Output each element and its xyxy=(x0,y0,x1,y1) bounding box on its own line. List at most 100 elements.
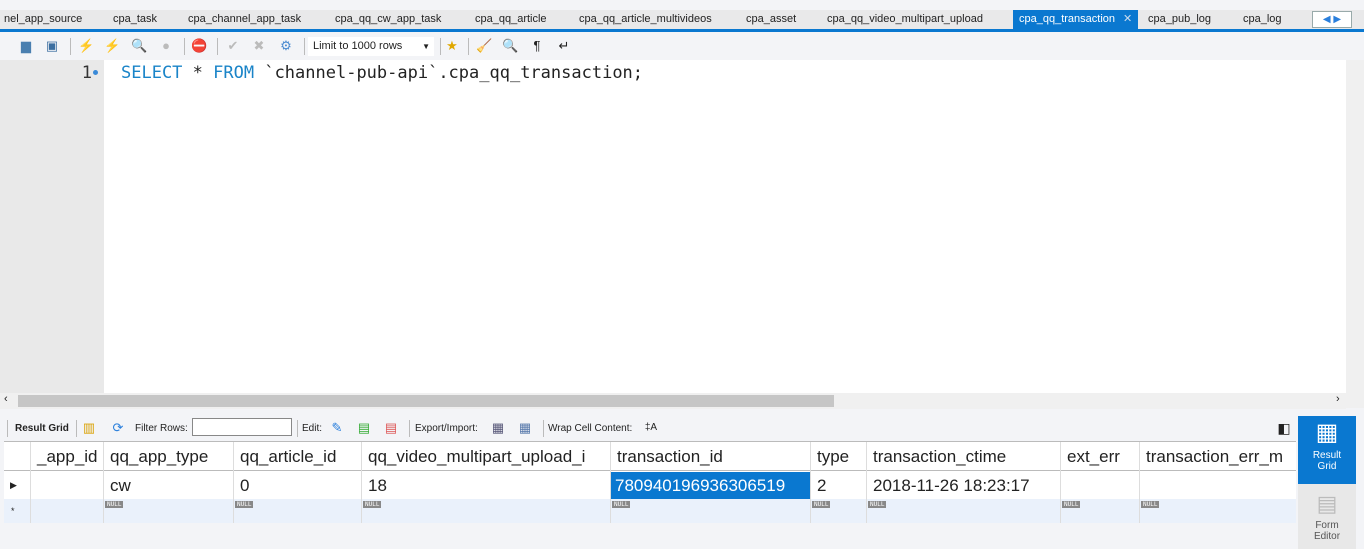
open-folder-icon[interactable]: ▆ xyxy=(18,38,34,54)
grid-cell[interactable] xyxy=(1061,472,1139,499)
null-badge: NULL xyxy=(612,501,631,508)
close-icon[interactable]: ✕ xyxy=(1123,13,1132,25)
result-grid-label: Result Grid xyxy=(15,423,69,434)
tab-bar: nel_app_source cpa_task cpa_channel_app_… xyxy=(0,10,1364,32)
toggle-error-icon[interactable]: ⛔ xyxy=(191,38,207,54)
result-side-panel: ▦ Result Grid ▤ Form Editor xyxy=(1298,416,1356,549)
column: qq_article_id 0 NULL xyxy=(233,442,361,523)
delete-row-icon[interactable]: ▤ xyxy=(383,420,399,436)
column-header[interactable]: transaction_err_m xyxy=(1140,442,1296,471)
vertical-scrollbar[interactable] xyxy=(1346,60,1364,408)
invisible-chars-icon[interactable]: ¶ xyxy=(529,38,545,54)
grid-cell[interactable]: 2 xyxy=(811,472,866,499)
column-header[interactable]: transaction_ctime xyxy=(867,442,1060,471)
tab[interactable]: cpa_qq_video_multipart_upload xyxy=(827,10,983,29)
tab-scroll-arrows[interactable]: ◀ ▶ xyxy=(1312,11,1352,28)
add-snippet-icon[interactable]: ★ xyxy=(444,38,460,54)
null-badge: NULL xyxy=(1141,501,1160,508)
grid-cell[interactable] xyxy=(1140,472,1296,499)
result-grid-view-label: Result Grid xyxy=(1312,450,1342,472)
filter-rows-input[interactable] xyxy=(192,418,292,436)
sql-editor[interactable]: 1 SELECT * FROM `channel-pub-api`.cpa_qq… xyxy=(0,60,1346,393)
sql-text: * xyxy=(182,63,214,83)
new-row-cell[interactable]: NULL xyxy=(1061,499,1139,523)
row-indicator-column: ▶ * xyxy=(4,442,30,523)
stop-icon[interactable]: ● xyxy=(158,38,174,54)
execute-icon[interactable]: ⚡ xyxy=(78,38,94,54)
grid-cell[interactable]: 0 xyxy=(234,472,361,499)
column-header[interactable]: transaction_id xyxy=(611,442,810,471)
commit-icon[interactable]: ✔ xyxy=(225,38,241,54)
sql-text: `channel-pub-api`.cpa_qq_transaction; xyxy=(254,63,644,83)
tab[interactable]: cpa_asset xyxy=(746,10,796,29)
null-badge: NULL xyxy=(868,501,887,508)
scroll-left-icon[interactable]: ‹ xyxy=(4,393,8,405)
form-editor-label: Form Editor xyxy=(1313,520,1341,542)
scrollbar-thumb[interactable] xyxy=(18,395,834,407)
save-icon[interactable]: ▣ xyxy=(44,38,60,54)
export-icon[interactable]: ▦ xyxy=(490,420,506,436)
refresh-icon[interactable]: ⟳ xyxy=(110,420,126,436)
new-row-cell[interactable]: NULL xyxy=(811,499,866,523)
column-header[interactable]: ext_err xyxy=(1061,442,1139,471)
column-header[interactable]: type xyxy=(811,442,866,471)
wrap-cell-icon[interactable]: ‡A xyxy=(643,420,659,436)
line-gutter: 1 xyxy=(0,60,104,393)
new-row-cell[interactable]: NULL xyxy=(611,499,810,523)
tab[interactable]: nel_app_source xyxy=(4,10,82,29)
new-row-cell[interactable] xyxy=(31,499,103,523)
new-row-cell[interactable]: NULL xyxy=(1140,499,1296,523)
null-badge: NULL xyxy=(235,501,254,508)
new-row-cell[interactable]: NULL xyxy=(362,499,610,523)
form-editor-view-button[interactable]: ▤ Form Editor xyxy=(1298,488,1356,549)
grid-cell[interactable]: 2018-11-26 18:23:17 xyxy=(867,472,1060,499)
tab[interactable]: cpa_task xyxy=(113,10,157,29)
grid-cell[interactable]: cw xyxy=(104,472,233,499)
new-row-cell[interactable]: NULL xyxy=(867,499,1060,523)
grid-cell-selected[interactable]: 780940196936306519 xyxy=(611,472,810,499)
tab[interactable]: cpa_qq_cw_app_task xyxy=(335,10,441,29)
new-row-cell[interactable]: NULL xyxy=(234,499,361,523)
column-header[interactable]: _app_id xyxy=(31,442,103,471)
limit-rows-select[interactable]: Limit to 1000 rows ▼ xyxy=(308,37,434,56)
limit-rows-value: Limit to 1000 rows xyxy=(313,40,403,52)
explain-icon[interactable]: 🔍 xyxy=(131,38,147,54)
beautify-icon[interactable]: 🧹 xyxy=(476,38,492,54)
keyword: FROM xyxy=(213,63,255,83)
tab-active[interactable]: cpa_qq_transaction ✕ xyxy=(1013,10,1139,29)
tab[interactable]: cpa_qq_article_multivideos xyxy=(579,10,712,29)
grid-layout-icon[interactable]: ▥ xyxy=(81,420,97,436)
new-row-cell[interactable]: NULL xyxy=(104,499,233,523)
grid-cell[interactable] xyxy=(31,472,103,499)
column-header[interactable]: qq_article_id xyxy=(234,442,361,471)
column: qq_app_type cw NULL xyxy=(103,442,233,523)
tab[interactable]: cpa_pub_log xyxy=(1148,10,1211,29)
tab[interactable]: cpa_qq_article xyxy=(475,10,547,29)
chevron-down-icon: ▼ xyxy=(422,42,430,51)
tab[interactable]: cpa_channel_app_task xyxy=(188,10,301,29)
autocommit-icon[interactable]: ⚙ xyxy=(278,38,294,54)
tab[interactable]: cpa_log xyxy=(1243,10,1282,29)
grid-cell[interactable]: 18 xyxy=(362,472,610,499)
column: type 2 NULL xyxy=(810,442,866,523)
result-grid[interactable]: ▶ * _app_id qq_app_type cw NULL qq_article… xyxy=(4,441,1296,523)
statement-marker-icon xyxy=(93,70,98,75)
rollback-icon[interactable]: ✖ xyxy=(251,38,267,54)
toggle-panel-icon[interactable]: ◧ xyxy=(1276,420,1292,436)
row-selector-icon[interactable]: ▶ xyxy=(4,472,30,499)
new-row-marker-icon[interactable]: * xyxy=(4,499,30,523)
execute-current-icon[interactable]: ⚡ xyxy=(104,38,120,54)
export-import-label: Export/Import: xyxy=(415,423,478,434)
column-header[interactable]: qq_video_multipart_upload_i xyxy=(362,442,610,471)
find-icon[interactable]: 🔍 xyxy=(502,38,518,54)
scroll-right-icon[interactable]: › xyxy=(1336,393,1340,405)
horizontal-scrollbar[interactable]: ‹ › xyxy=(0,393,1346,409)
wrap-lines-icon[interactable]: ↵ xyxy=(556,38,572,54)
edit-row-icon[interactable]: ✎ xyxy=(329,420,345,436)
result-grid-view-button[interactable]: ▦ Result Grid xyxy=(1298,416,1356,484)
null-badge: NULL xyxy=(363,501,382,508)
sql-line[interactable]: SELECT * FROM `channel-pub-api`.cpa_qq_t… xyxy=(121,63,643,83)
import-icon[interactable]: ▦ xyxy=(517,420,533,436)
column-header[interactable]: qq_app_type xyxy=(104,442,233,471)
add-row-icon[interactable]: ▤ xyxy=(356,420,372,436)
